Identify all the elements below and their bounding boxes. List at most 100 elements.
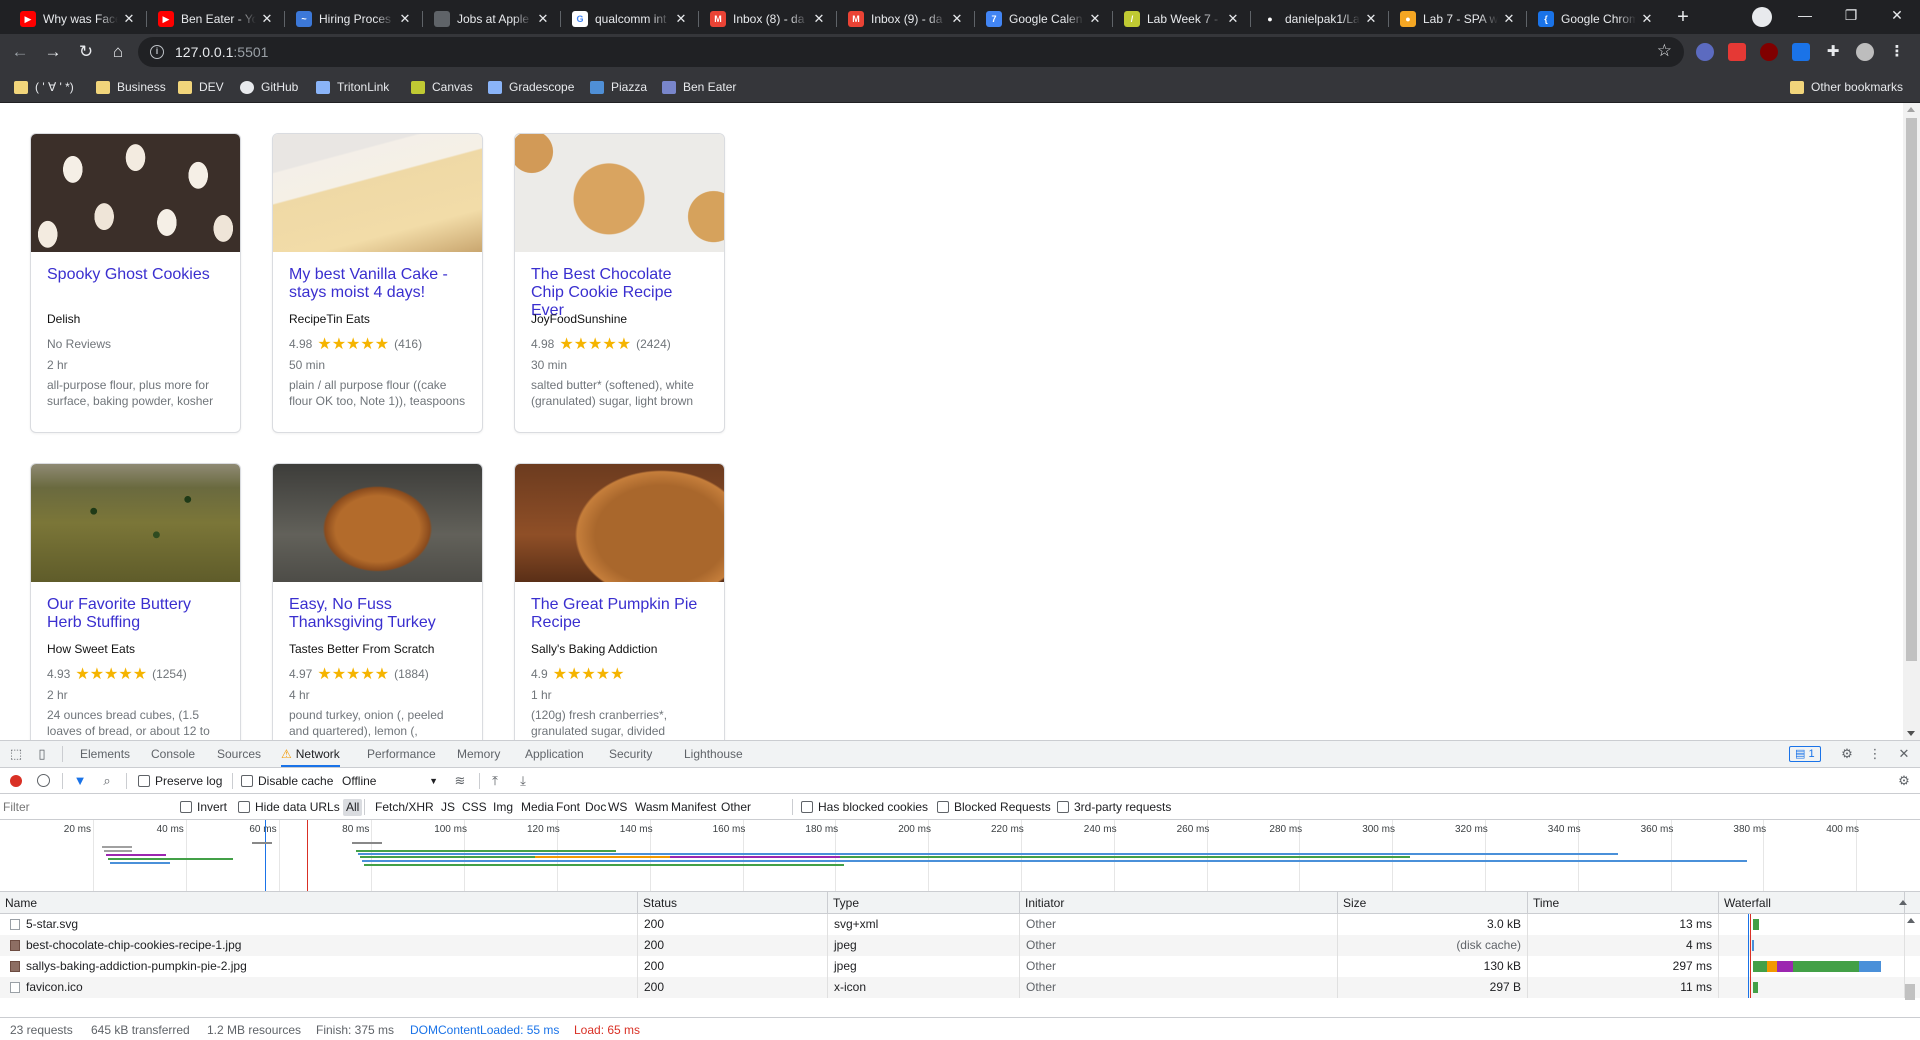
other-bookmarks[interactable]: Other bookmarks xyxy=(1790,78,1903,96)
import-har-icon[interactable]: ⤒ xyxy=(487,773,503,789)
search-icon[interactable]: ⌕ xyxy=(99,773,115,789)
extension-translate-icon[interactable] xyxy=(1792,43,1810,61)
recipe-card[interactable]: The Best Chocolate Chip Cookie Recipe Ev… xyxy=(514,133,725,433)
table-row[interactable]: favicon.ico 200 x-icon Other 297 B 11 ms xyxy=(0,977,1920,998)
bookmark-item[interactable]: Piazza xyxy=(590,78,647,96)
restore-button[interactable]: ❐ xyxy=(1828,0,1874,30)
type-filter-js[interactable]: JS xyxy=(438,799,458,816)
type-filter-fetch-xhr[interactable]: Fetch/XHR xyxy=(372,799,437,816)
tab-close-icon[interactable]: ✕ xyxy=(812,11,826,27)
url-text[interactable]: 127.0.0.1:5501 xyxy=(175,44,268,60)
network-settings-gear-icon[interactable]: ⚙ xyxy=(1896,773,1912,789)
tab-close-icon[interactable]: ✕ xyxy=(260,11,274,27)
has-blocked-cookies-checkbox[interactable]: Has blocked cookies xyxy=(801,798,928,816)
recipe-title[interactable]: The Great Pumpkin Pie Recipe xyxy=(515,582,724,642)
filter-input[interactable] xyxy=(3,798,167,816)
invert-checkbox[interactable]: Invert xyxy=(180,798,227,816)
recipe-title[interactable]: Our Favorite Buttery Herb Stuffing xyxy=(31,582,240,642)
table-row[interactable]: best-chocolate-chip-cookies-recipe-1.jpg… xyxy=(0,935,1920,956)
request-name-cell[interactable]: best-chocolate-chip-cookies-recipe-1.jpg xyxy=(0,935,638,956)
browser-tab[interactable]: M Inbox (9) - da ✕ xyxy=(836,4,974,34)
network-conditions-icon[interactable]: ≋ xyxy=(452,773,468,789)
column-header-name[interactable]: Name xyxy=(0,892,638,914)
devtools-tab-application[interactable]: Application xyxy=(525,741,584,767)
recipe-card[interactable]: My best Vanilla Cake - stays moist 4 day… xyxy=(272,133,483,433)
device-toolbar-icon[interactable]: ▯ xyxy=(34,746,50,762)
scroll-up-arrow[interactable] xyxy=(1907,107,1915,112)
close-devtools-icon[interactable]: ✕ xyxy=(1896,746,1912,762)
tab-close-icon[interactable]: ✕ xyxy=(1226,11,1240,27)
type-filter-other[interactable]: Other xyxy=(718,799,754,816)
browser-tab[interactable]: M Inbox (8) - da ✕ xyxy=(698,4,836,34)
type-filter-ws[interactable]: WS xyxy=(605,799,630,816)
type-filter-img[interactable]: Img xyxy=(490,799,516,816)
table-scroll-up-arrow[interactable] xyxy=(1907,918,1915,923)
issues-badge[interactable]: ▤ 1 xyxy=(1789,746,1821,762)
address-bar[interactable]: i 127.0.0.1:5501 ☆ xyxy=(138,37,1684,67)
blocked-requests-checkbox[interactable]: Blocked Requests xyxy=(937,798,1051,816)
bookmark-item[interactable]: Gradescope xyxy=(488,78,574,96)
checkbox[interactable] xyxy=(801,801,813,813)
checkbox[interactable] xyxy=(238,801,250,813)
request-name-cell[interactable]: 5-star.svg xyxy=(0,914,638,935)
devtools-tab-elements[interactable]: Elements xyxy=(80,741,130,767)
column-header-waterfall[interactable]: Waterfall xyxy=(1719,892,1905,914)
preserve-log-checkbox[interactable]: Preserve log xyxy=(138,772,222,790)
new-tab-button[interactable]: + xyxy=(1671,6,1695,30)
third-party-checkbox[interactable]: 3rd-party requests xyxy=(1057,798,1171,816)
tab-close-icon[interactable]: ✕ xyxy=(1640,11,1654,27)
column-header-type[interactable]: Type xyxy=(828,892,1020,914)
clear-icon[interactable] xyxy=(37,774,50,787)
reload-button[interactable]: ↻ xyxy=(72,38,100,66)
bookmark-item[interactable]: Business xyxy=(96,78,166,96)
type-filter-all[interactable]: All xyxy=(343,799,363,816)
recipe-card[interactable]: Spooky Ghost Cookies Delish No Reviews 2 hr… xyxy=(30,133,241,433)
extension-pdf-icon[interactable] xyxy=(1728,43,1746,61)
browser-tab[interactable]: {Google Chrom ✕ xyxy=(1526,4,1664,34)
tab-close-icon[interactable]: ✕ xyxy=(536,11,550,27)
table-row[interactable]: 5-star.svg 200 svg+xml Other 3.0 kB 13 ms xyxy=(0,914,1920,935)
devtools-tab-security[interactable]: Security xyxy=(609,741,652,767)
devtools-tab-performance[interactable]: Performance xyxy=(367,741,436,767)
column-header-status[interactable]: Status xyxy=(638,892,828,914)
devtools-tab-console[interactable]: Console xyxy=(151,741,195,767)
column-header-initiator[interactable]: Initiator xyxy=(1020,892,1338,914)
column-header-time[interactable]: Time xyxy=(1528,892,1719,914)
recipe-title[interactable]: Spooky Ghost Cookies xyxy=(31,252,240,312)
request-name-cell[interactable]: favicon.ico xyxy=(0,977,638,998)
back-button[interactable]: ← xyxy=(6,38,34,66)
bookmark-item[interactable]: TritonLink xyxy=(316,78,389,96)
inspect-element-icon[interactable]: ⬚ xyxy=(8,746,24,762)
checkbox[interactable] xyxy=(241,775,253,787)
browser-tab[interactable]: ● Lab 7 - SPA w ✕ xyxy=(1388,4,1526,34)
table-scrollbar-thumb[interactable] xyxy=(1905,984,1915,1000)
checkbox[interactable] xyxy=(1057,801,1069,813)
minimize-button[interactable]: — xyxy=(1782,0,1828,30)
close-window-button[interactable]: ✕ xyxy=(1874,0,1920,30)
type-filter-wasm[interactable]: Wasm xyxy=(632,799,672,816)
tab-close-icon[interactable]: ✕ xyxy=(1088,11,1102,27)
browser-tab[interactable]: 7 Google Calen ✕ xyxy=(974,4,1112,34)
tab-search-icon[interactable] xyxy=(1752,7,1772,27)
recipe-card[interactable]: The Great Pumpkin Pie Recipe Sally's Baki… xyxy=(514,463,725,740)
recipe-title[interactable]: Easy, No Fuss Thanksgiving Turkey xyxy=(273,582,482,642)
bookmark-item[interactable]: ( ' ∀ ' *) xyxy=(14,78,74,96)
filter-icon[interactable]: ▼ xyxy=(72,773,88,789)
tab-close-icon[interactable]: ✕ xyxy=(1502,11,1516,27)
disable-cache-checkbox[interactable]: Disable cache xyxy=(241,772,333,790)
export-har-icon[interactable]: ⤓ xyxy=(515,773,531,789)
hide-data-urls-checkbox[interactable]: Hide data URLs xyxy=(238,798,340,816)
browser-tab[interactable]: Jobs at Apple ✕ xyxy=(422,4,560,34)
tab-close-icon[interactable]: ✕ xyxy=(122,11,136,27)
forward-button[interactable]: → xyxy=(39,38,67,66)
table-row[interactable]: sallys-baking-addiction-pumpkin-pie-2.jp… xyxy=(0,956,1920,977)
extension-ublock-icon[interactable] xyxy=(1760,43,1778,61)
type-filter-manifest[interactable]: Manifest xyxy=(668,799,719,816)
browser-tab[interactable]: ● danielpak1/La ✕ xyxy=(1250,4,1388,34)
devtools-tab-memory[interactable]: Memory xyxy=(457,741,500,767)
site-info-icon[interactable]: i xyxy=(150,45,164,59)
type-filter-media[interactable]: Media xyxy=(518,799,557,816)
browser-tab[interactable]: ▶ Ben Eater - Yo ✕ xyxy=(146,4,284,34)
tab-close-icon[interactable]: ✕ xyxy=(1364,11,1378,27)
tab-close-icon[interactable]: ✕ xyxy=(950,11,964,27)
